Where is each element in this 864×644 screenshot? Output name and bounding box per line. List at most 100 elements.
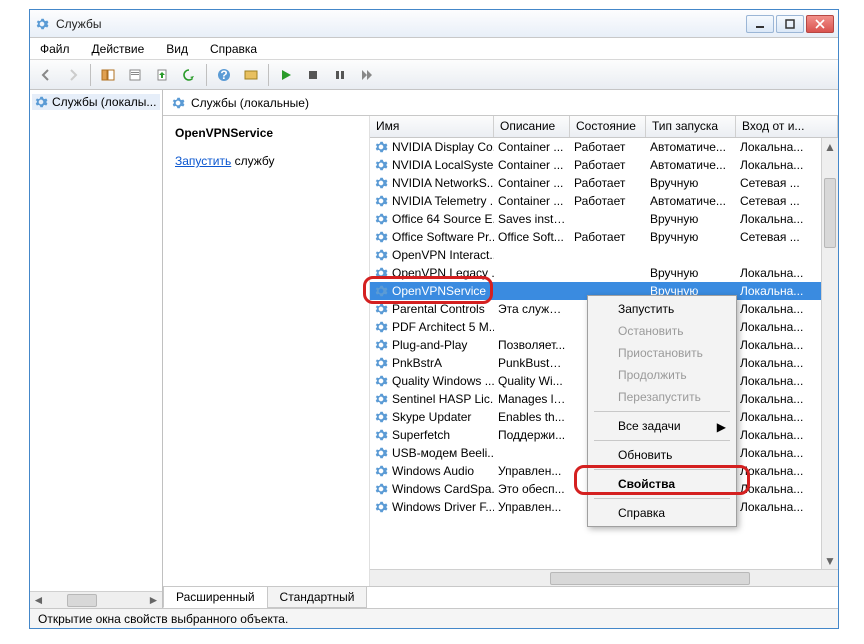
menubar: Файл Действие Вид Справка xyxy=(30,38,838,60)
service-name-cell: Skype Updater xyxy=(392,410,471,424)
service-row[interactable]: NVIDIA Telemetry ...Container ...Работае… xyxy=(370,192,838,210)
service-start-cell: Вручную xyxy=(646,266,736,280)
column-headers: Имя Описание Состояние Тип запуска Вход … xyxy=(370,116,838,138)
maximize-button[interactable] xyxy=(776,15,804,33)
close-button[interactable] xyxy=(806,15,834,33)
service-row[interactable]: NVIDIA Display Co...Container ...Работае… xyxy=(370,138,838,156)
service-desc-cell: Управлен... xyxy=(494,500,570,514)
service-name-cell: OpenVPN Legacy ... xyxy=(392,266,494,280)
toolbar-forward-icon[interactable] xyxy=(61,63,85,87)
service-row[interactable]: OpenVPN Interact... xyxy=(370,246,838,264)
ctx-stop: Остановить xyxy=(590,320,734,342)
service-name-cell: NVIDIA NetworkS... xyxy=(392,176,494,190)
service-desc-cell: Container ... xyxy=(494,176,570,190)
column-description[interactable]: Описание xyxy=(494,116,570,137)
service-icon xyxy=(374,158,388,172)
service-name-cell: OpenVPN Interact... xyxy=(392,248,494,262)
service-start-cell: Вручную xyxy=(646,176,736,190)
toolbar-start-icon[interactable] xyxy=(274,63,298,87)
service-state-cell: Работает xyxy=(570,140,646,154)
service-desc-cell: Enables th... xyxy=(494,410,570,424)
tab-standard[interactable]: Стандартный xyxy=(267,587,368,608)
toolbar-restart-icon[interactable] xyxy=(355,63,379,87)
service-desc-cell: Manages li... xyxy=(494,392,570,406)
service-desc-cell: Office Soft... xyxy=(494,230,570,244)
service-row[interactable]: Office 64 Source E...Saves insta...Вручн… xyxy=(370,210,838,228)
menu-file[interactable]: Файл xyxy=(36,40,74,58)
service-row[interactable]: NVIDIA NetworkS...Container ...РаботаетВ… xyxy=(370,174,838,192)
tree-scrollbar-h[interactable]: ◄► xyxy=(30,591,162,608)
service-desc-cell: Позволяет... xyxy=(494,338,570,352)
toolbar-refresh-icon[interactable] xyxy=(177,63,201,87)
ctx-resume: Продолжить xyxy=(590,364,734,386)
service-icon xyxy=(374,356,388,370)
service-name-cell: Windows CardSpa... xyxy=(392,482,494,496)
toolbar-properties-icon[interactable] xyxy=(123,63,147,87)
toolbar-stop-icon[interactable] xyxy=(301,63,325,87)
menu-view[interactable]: Вид xyxy=(162,40,192,58)
start-service-rest: службу xyxy=(231,154,274,168)
service-desc-cell: PunkBuster... xyxy=(494,356,570,370)
ctx-help[interactable]: Справка xyxy=(590,502,734,524)
service-state-cell: Работает xyxy=(570,230,646,244)
service-desc-cell: Container ... xyxy=(494,158,570,172)
tree-item-label: Службы (локалы... xyxy=(52,95,156,109)
service-icon xyxy=(374,392,388,406)
selected-service-name: OpenVPNService xyxy=(175,126,357,140)
toolbar-show-hide-icon[interactable] xyxy=(96,63,120,87)
service-icon xyxy=(374,446,388,460)
ctx-all-tasks[interactable]: Все задачи▶ xyxy=(590,415,734,437)
start-service-link[interactable]: Запустить xyxy=(175,154,231,168)
service-row[interactable]: Office Software Pr...Office Soft...Работ… xyxy=(370,228,838,246)
service-name-cell: Windows Driver F... xyxy=(392,500,494,514)
column-startup[interactable]: Тип запуска xyxy=(646,116,736,137)
main-header-label: Службы (локальные) xyxy=(191,96,309,110)
service-name-cell: PnkBstrA xyxy=(392,356,442,370)
ctx-start[interactable]: Запустить xyxy=(590,298,734,320)
context-menu: Запустить Остановить Приостановить Продо… xyxy=(587,295,737,527)
service-icon xyxy=(374,302,388,316)
window-title: Службы xyxy=(56,17,746,31)
list-scrollbar-v[interactable]: ▲▼ xyxy=(821,138,838,569)
service-start-cell: Вручную xyxy=(646,212,736,226)
service-icon xyxy=(374,266,388,280)
service-start-cell: Вручную xyxy=(646,230,736,244)
minimize-button[interactable] xyxy=(746,15,774,33)
main-header: Службы (локальные) xyxy=(163,90,838,116)
toolbar-help2-icon[interactable] xyxy=(239,63,263,87)
column-name[interactable]: Имя xyxy=(370,116,494,137)
service-row[interactable]: NVIDIA LocalSyste...Container ...Работае… xyxy=(370,156,838,174)
service-desc-cell: Это обесп... xyxy=(494,482,570,496)
service-name-cell: Parental Controls xyxy=(392,302,485,316)
menu-help[interactable]: Справка xyxy=(206,40,261,58)
service-start-cell: Автоматиче... xyxy=(646,140,736,154)
ctx-properties[interactable]: Свойства xyxy=(590,473,734,495)
toolbar-pause-icon[interactable] xyxy=(328,63,352,87)
list-scrollbar-h[interactable] xyxy=(370,569,838,586)
toolbar-help-icon[interactable]: ? xyxy=(212,63,236,87)
column-status[interactable]: Состояние xyxy=(570,116,646,137)
service-icon xyxy=(374,230,388,244)
service-state-cell: Работает xyxy=(570,158,646,172)
service-icon xyxy=(374,140,388,154)
service-desc-cell: Эта служб... xyxy=(494,302,570,316)
status-bar: Открытие окна свойств выбранного объекта… xyxy=(30,608,838,628)
service-state-cell: Работает xyxy=(570,194,646,208)
service-state-cell: Работает xyxy=(570,176,646,190)
service-icon xyxy=(374,284,388,298)
column-logon[interactable]: Вход от и... xyxy=(736,116,838,137)
titlebar[interactable]: Службы xyxy=(30,10,838,38)
toolbar-export-icon[interactable] xyxy=(150,63,174,87)
service-name-cell: USB-модем Beeli... xyxy=(392,446,494,460)
service-icon xyxy=(374,482,388,496)
menu-action[interactable]: Действие xyxy=(88,40,149,58)
service-icon xyxy=(374,176,388,190)
service-icon xyxy=(374,320,388,334)
ctx-refresh[interactable]: Обновить xyxy=(590,444,734,466)
service-desc-cell: Saves insta... xyxy=(494,212,570,226)
tree-item-services[interactable]: Службы (локалы... xyxy=(32,94,160,110)
service-icon xyxy=(374,194,388,208)
tab-extended[interactable]: Расширенный xyxy=(163,587,268,608)
toolbar-back-icon[interactable] xyxy=(34,63,58,87)
service-row[interactable]: OpenVPN Legacy ...ВручнуюЛокальна... xyxy=(370,264,838,282)
